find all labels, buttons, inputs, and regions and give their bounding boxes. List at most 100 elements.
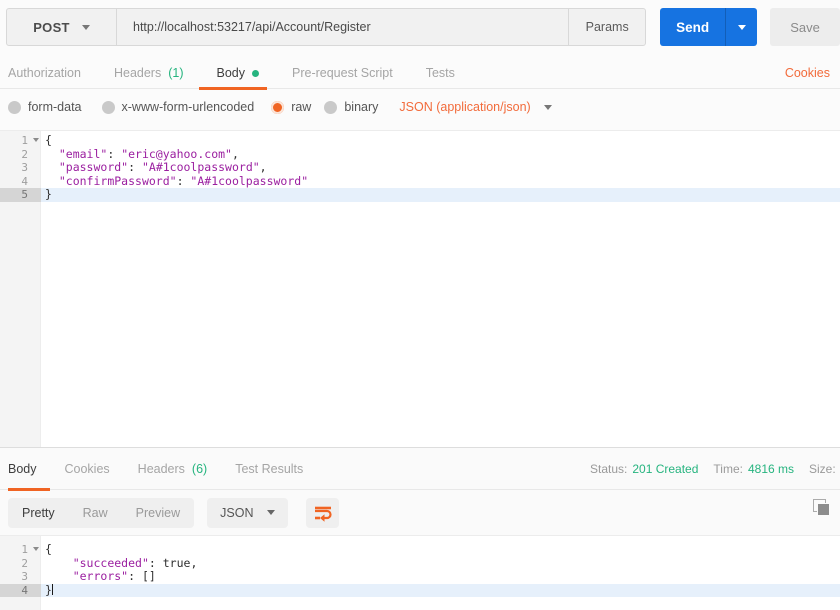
time-value: 4816 ms	[747, 462, 794, 476]
tab-pre-request-script[interactable]: Pre-request Script	[292, 58, 393, 89]
line-number: 1	[0, 543, 41, 557]
tab-authorization[interactable]: Authorization	[8, 58, 81, 89]
view-raw-button[interactable]: Raw	[69, 498, 122, 528]
radio-urlencoded[interactable]: x-www-form-urlencoded	[101, 100, 255, 114]
tab-response-cookies[interactable]: Cookies	[65, 448, 110, 490]
tab-test-results[interactable]: Test Results	[235, 448, 303, 490]
editor-row: 4 "confirmPassword": "A#1coolpassword"	[0, 174, 840, 189]
response-tabs: Body Cookies Headers (6) Test Results St…	[0, 448, 840, 491]
code-line[interactable]: "email": "eric@yahoo.com",	[41, 147, 840, 162]
chevron-down-icon	[267, 510, 276, 515]
editor-row: 3 "password": "A#1coolpassword",	[0, 160, 840, 175]
tab-response-body[interactable]: Body	[8, 448, 49, 491]
request-body-editor[interactable]: 1{2 "email": "eric@yahoo.com", 3 "passwor…	[0, 130, 840, 447]
line-number: 4	[21, 174, 28, 188]
body-set-indicator-dot	[252, 69, 259, 77]
chevron-down-icon	[81, 24, 90, 30]
radio-icon	[324, 100, 338, 114]
status-label: Status:	[590, 462, 628, 476]
radio-label: binary	[344, 100, 379, 114]
code-line[interactable]: "confirmPassword": "A#1coolpassword"	[41, 174, 840, 189]
line-number: 3	[21, 570, 28, 583]
tab-label: Headers	[137, 461, 185, 476]
headers-count-badge: (6)	[191, 461, 208, 476]
chevron-down-icon	[543, 104, 552, 110]
send-options-button[interactable]	[725, 8, 757, 46]
save-button[interactable]: Save	[770, 8, 840, 46]
tab-label: Tests	[425, 66, 455, 80]
tab-headers[interactable]: Headers (1)	[114, 58, 184, 89]
radio-label: x-www-form-urlencoded	[121, 100, 255, 114]
fold-caret-icon[interactable]	[33, 138, 39, 142]
response-body-editor[interactable]: 1{2 "succeeded": true, 3 "errors": [] 4}	[0, 535, 840, 610]
tab-label: Headers	[113, 66, 162, 80]
code-line[interactable]: "succeeded": true,	[41, 556, 840, 571]
radio-form-data[interactable]: form-data	[8, 100, 82, 114]
line-number: 3	[21, 161, 28, 174]
chevron-down-icon	[737, 24, 746, 30]
content-type-label: JSON (application/json)	[399, 100, 531, 114]
size-label: Size:	[809, 462, 836, 476]
line-number: 4	[0, 583, 41, 597]
editor-row: 1{	[0, 542, 840, 557]
code-line[interactable]: {	[41, 133, 840, 148]
headers-count-badge: (1)	[168, 66, 184, 80]
copy-icon	[812, 499, 830, 516]
response-format-dropdown[interactable]: JSON	[207, 497, 289, 528]
response-view-controls: Pretty Raw Preview JSON	[0, 490, 840, 535]
radio-icon	[101, 100, 115, 114]
editor-row: 2 "succeeded": true,	[0, 556, 840, 571]
tab-response-headers[interactable]: Headers (6)	[138, 448, 208, 490]
tab-tests[interactable]: Tests	[426, 58, 455, 89]
status-meta: Status: 201 Created	[590, 462, 698, 476]
code-line[interactable]: }	[41, 187, 840, 202]
code-line[interactable]: "errors": []	[41, 569, 840, 584]
view-preview-button[interactable]: Preview	[122, 498, 194, 528]
radio-icon	[8, 100, 21, 114]
tab-label: Test Results	[235, 461, 304, 476]
tab-label: Cookies	[64, 461, 110, 476]
tab-label: Body	[216, 66, 246, 80]
fold-caret-icon[interactable]	[33, 547, 39, 551]
radio-label: raw	[291, 100, 312, 114]
time-label: Time:	[713, 462, 743, 476]
url-group: POST Params	[6, 8, 647, 46]
response-header: Body Cookies Headers (6) Test Results St…	[0, 447, 840, 535]
radio-binary[interactable]: binary	[324, 100, 378, 114]
body-type-row: form-data x-www-form-urlencoded raw bina…	[0, 92, 840, 122]
time-meta: Time: 4816 ms	[713, 462, 794, 476]
tab-label: Body	[8, 461, 37, 476]
format-label: JSON	[220, 505, 254, 520]
editor-row: 3 "errors": []	[0, 569, 840, 584]
radio-label: form-data	[28, 100, 82, 114]
line-number: 5	[0, 188, 41, 202]
copy-response-button[interactable]	[810, 497, 832, 519]
line-number: 2	[21, 147, 28, 161]
content-type-dropdown[interactable]: JSON (application/json)	[399, 100, 552, 114]
response-meta: Status: 201 Created Time: 4816 ms Size: …	[590, 448, 840, 490]
editor-row: 1{	[0, 133, 840, 148]
tab-body[interactable]: Body	[198, 58, 267, 90]
code-line[interactable]: {	[41, 542, 840, 557]
wrap-text-button[interactable]	[306, 497, 340, 528]
view-mode-group: Pretty Raw Preview	[8, 497, 195, 528]
url-input[interactable]	[117, 9, 570, 45]
code-line[interactable]: }	[41, 583, 840, 597]
code-line[interactable]: "password": "A#1coolpassword",	[41, 160, 840, 175]
radio-selected-icon	[271, 100, 285, 114]
wrap-text-icon	[314, 506, 332, 522]
request-bar: POST Params Send Save	[6, 8, 840, 46]
view-pretty-button[interactable]: Pretty	[8, 498, 69, 528]
radio-raw[interactable]: raw	[271, 100, 311, 114]
editor-row: 4}	[0, 583, 840, 597]
editor-row: 5}	[0, 187, 840, 202]
send-button[interactable]: Send	[660, 8, 725, 46]
line-number: 2	[21, 556, 28, 570]
params-button[interactable]: Params	[569, 9, 645, 45]
size-meta: Size: 31	[809, 462, 840, 476]
cookies-link[interactable]: Cookies	[785, 66, 830, 80]
method-dropdown[interactable]: POST	[7, 9, 117, 45]
send-split-button: Send	[660, 8, 758, 46]
line-number: 1	[0, 134, 41, 148]
text-cursor	[51, 583, 53, 595]
